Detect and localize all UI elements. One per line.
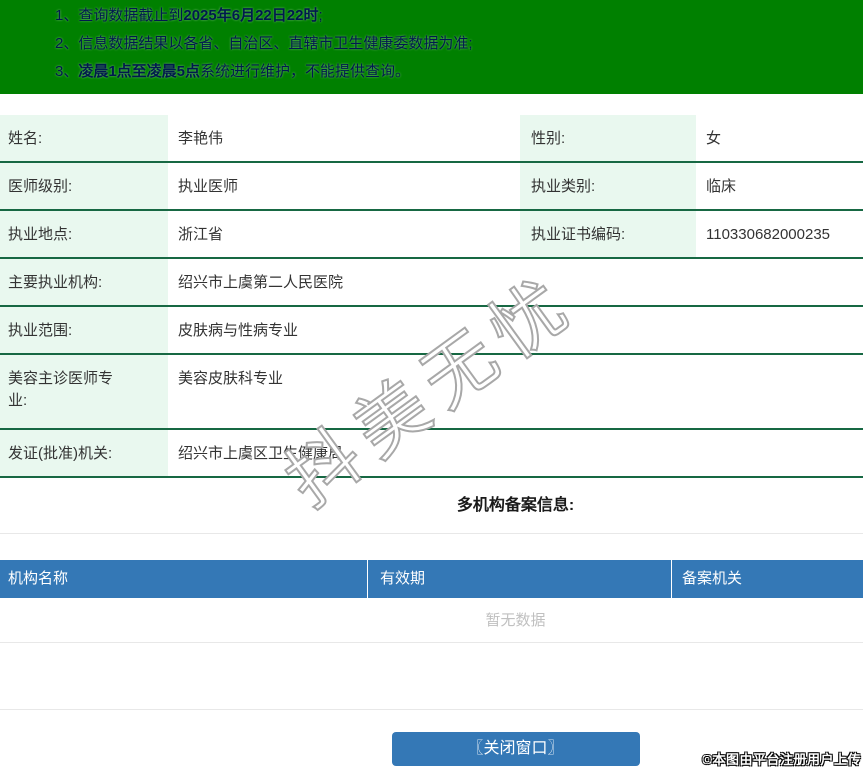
multi-org-section-title: 多机构备案信息: xyxy=(456,497,575,514)
notice-1-number: 1、 xyxy=(55,7,79,24)
notice-3-suffix: 系统进行维护，不能提供查询。 xyxy=(200,63,411,80)
table-row: 执业范围: 皮肤病与性病专业 xyxy=(0,307,863,355)
query-result-page: 1、查询数据截止到2025年6月22日22时; 2、信息数据结果以各省、自治区、… xyxy=(0,0,863,769)
notice-1-suffix: ; xyxy=(318,7,323,24)
cosmetic-specialty-value: 美容皮肤科专业 xyxy=(178,370,284,387)
practice-scope-label: 执业范围: xyxy=(0,307,168,353)
practice-category-value: 临床 xyxy=(706,178,737,195)
doctor-info-table: 姓名: 李艳伟 性别: 女 医师级别: 执业医师 执业类别: 临床 执业地点: … xyxy=(0,115,863,478)
doctor-level-value: 执业医师 xyxy=(178,178,239,195)
table-row: 执业地点: 浙江省 执业证书编码: 110330682000235 xyxy=(0,211,863,259)
table-row: 医师级别: 执业医师 执业类别: 临床 xyxy=(0,163,863,211)
practice-location-value: 浙江省 xyxy=(178,226,224,243)
notice-2-number: 2、 xyxy=(55,35,79,52)
notice-3-bold: 凌晨1点至凌晨5点 xyxy=(78,63,201,80)
validity-period-column-header: 有效期 xyxy=(368,560,672,598)
name-label: 姓名: xyxy=(0,115,168,161)
copyright-watermark-text: ©本图由平台注册用户上传 xyxy=(702,752,861,767)
table-row: 姓名: 李艳伟 性别: 女 xyxy=(0,115,863,163)
org-name-column-header: 机构名称 xyxy=(0,560,368,598)
notice-3-number: 3、 xyxy=(55,63,79,80)
table-row: 美容主诊医师专业: 美容皮肤科专业 xyxy=(0,355,863,430)
org-table-header: 机构名称 有效期 备案机关 xyxy=(0,560,863,598)
main-institution-label: 主要执业机构: xyxy=(0,259,168,305)
notice-1-bold: 2025年6月22日22时 xyxy=(183,7,319,24)
org-table-empty-state: 暂无数据 xyxy=(0,598,863,643)
main-institution-value: 绍兴市上虞第二人民医院 xyxy=(178,274,344,291)
issuing-authority-label: 发证(批准)机关: xyxy=(0,430,168,476)
practice-location-label: 执业地点: xyxy=(0,211,168,257)
name-value: 李艳伟 xyxy=(178,130,224,147)
notice-line-1: 1、查询数据截止到2025年6月22日22时; xyxy=(55,2,853,30)
certificate-number-label: 执业证书编码: xyxy=(520,211,696,257)
notice-line-2: 2、信息数据结果以各省、自治区、直辖市卫生健康委数据为准; xyxy=(55,30,853,58)
notice-2-text: 信息数据结果以各省、自治区、直辖市卫生健康委数据为准; xyxy=(78,35,473,52)
notice-1-text: 查询数据截止到 xyxy=(78,7,184,24)
gender-value: 女 xyxy=(706,130,722,147)
practice-category-label: 执业类别: xyxy=(520,163,696,209)
notice-banner: 1、查询数据截止到2025年6月22日22时; 2、信息数据结果以各省、自治区、… xyxy=(0,0,863,94)
issuing-authority-value: 绍兴市上虞区卫生健康局 xyxy=(178,445,344,462)
divider xyxy=(0,533,863,534)
doctor-level-label: 医师级别: xyxy=(0,163,168,209)
close-window-button[interactable]: 〖关闭窗口〗 xyxy=(391,732,640,766)
cosmetic-specialty-label: 美容主诊医师专业: xyxy=(0,355,168,428)
table-row: 主要执业机构: 绍兴市上虞第二人民医院 xyxy=(0,259,863,307)
table-row: 发证(批准)机关: 绍兴市上虞区卫生健康局 xyxy=(0,430,863,478)
gender-label: 性别: xyxy=(520,115,696,161)
notice-line-3: 3、凌晨1点至凌晨5点系统进行维护，不能提供查询。 xyxy=(55,58,853,86)
divider xyxy=(0,709,863,710)
certificate-number-value: 110330682000235 xyxy=(706,226,831,243)
practice-scope-value: 皮肤病与性病专业 xyxy=(178,322,299,339)
record-authority-column-header: 备案机关 xyxy=(682,570,743,587)
